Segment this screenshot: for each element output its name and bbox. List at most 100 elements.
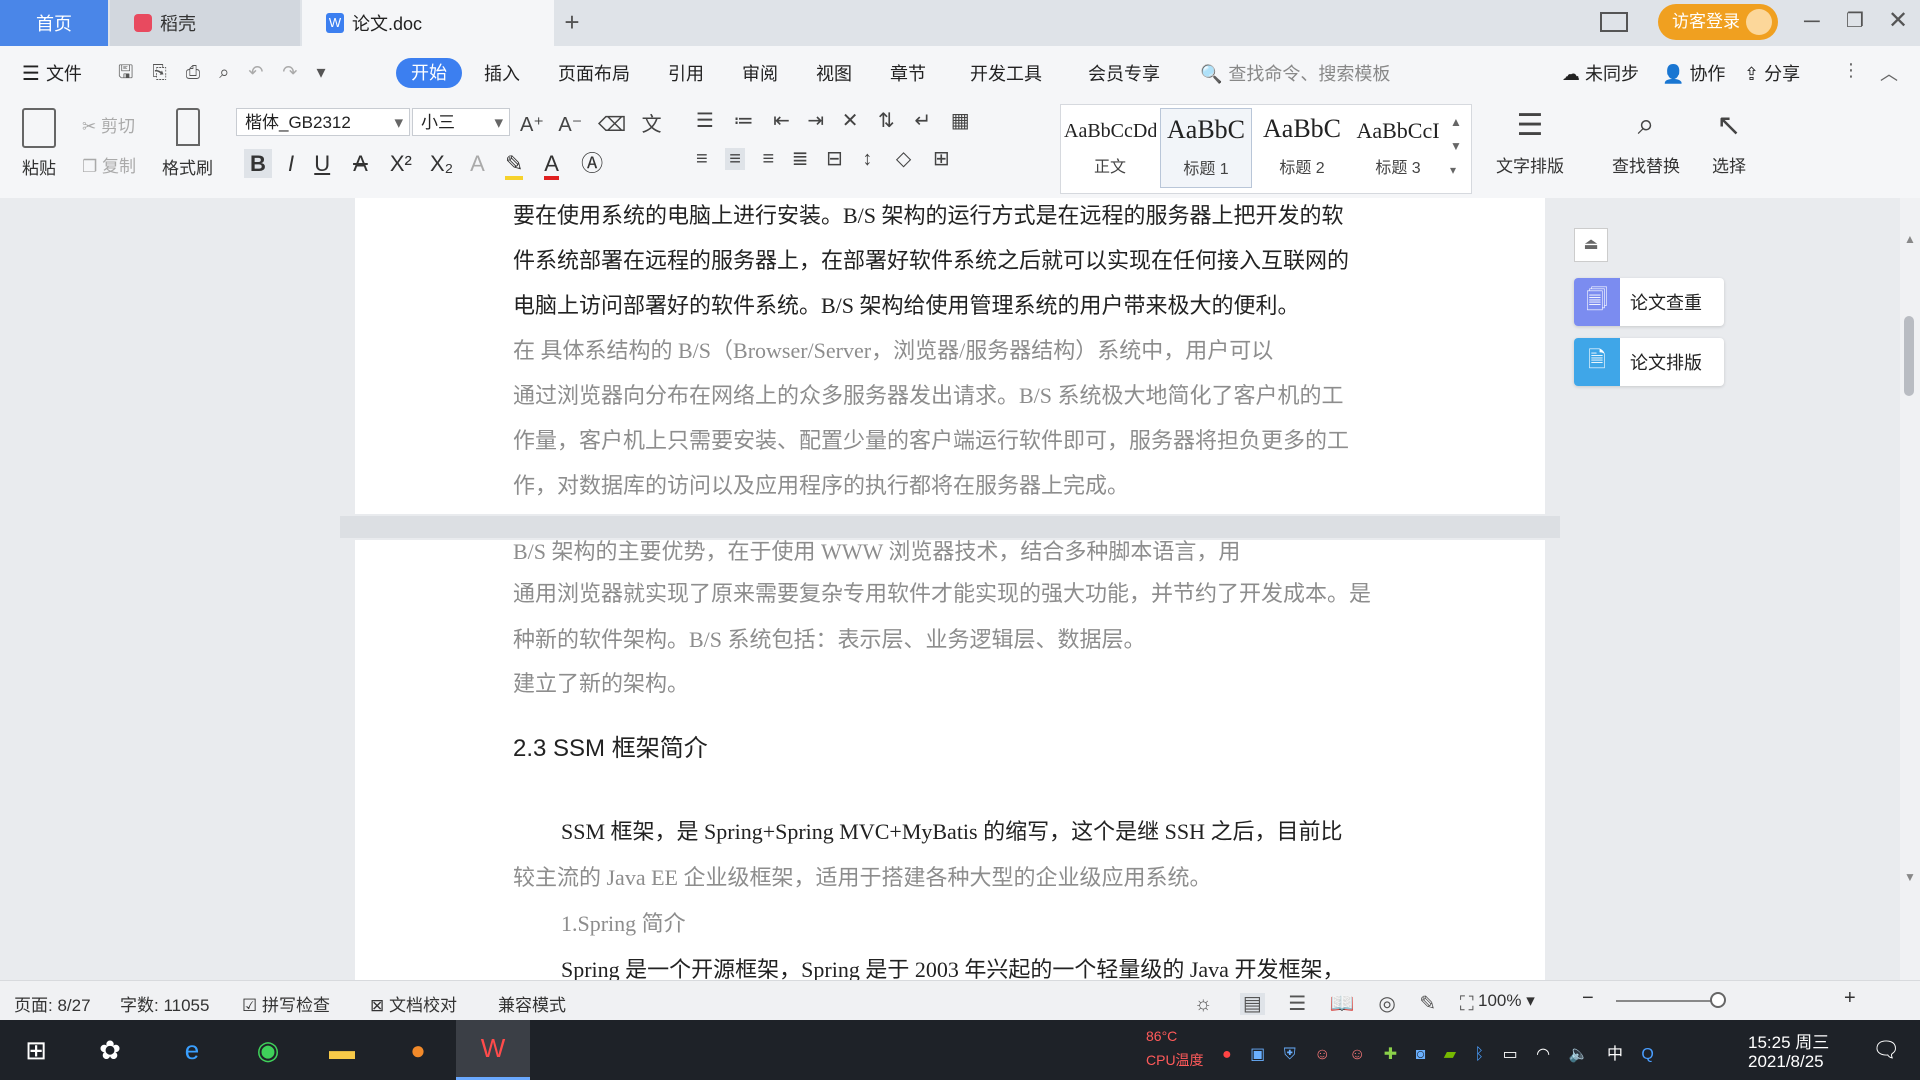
menu-start[interactable]: 开始 xyxy=(396,58,462,88)
menu-chapter[interactable]: 章节 xyxy=(890,60,926,86)
shrink-font-icon[interactable]: A⁻ xyxy=(558,114,582,136)
panel-collapse-icon[interactable]: ⏏ xyxy=(1574,228,1608,262)
superscript-icon[interactable]: X² xyxy=(390,151,412,176)
table-tools-icon[interactable]: ▦ xyxy=(951,110,970,132)
format-painter-button[interactable]: 格式刷 xyxy=(162,108,213,179)
zoom-level[interactable]: 100% ▾ xyxy=(1478,991,1535,1011)
customize-icon[interactable]: ▾ xyxy=(317,62,326,82)
increase-indent-icon[interactable]: ⇥ xyxy=(807,110,824,132)
tray-app-icon[interactable]: ☺ xyxy=(1349,1046,1365,1063)
distribute-icon[interactable]: ⊟ xyxy=(826,148,843,170)
vertical-scrollbar[interactable]: ▲ ▼ xyxy=(1900,198,1920,980)
cut-button[interactable]: ✂ 剪切 xyxy=(82,112,135,137)
undo-icon[interactable]: ↶ xyxy=(248,62,263,82)
style-normal[interactable]: AaBbCcDd 正文 xyxy=(1064,108,1156,188)
style-heading-1[interactable]: AaBbC 标题 1 xyxy=(1160,108,1252,188)
write-view-icon[interactable]: ✎ xyxy=(1419,993,1436,1015)
outline-view-icon[interactable]: ☰ xyxy=(1288,993,1306,1015)
app-launcher-icon[interactable]: ✿ xyxy=(90,1030,130,1070)
zoom-in-icon[interactable]: + xyxy=(1844,987,1856,1010)
align-center-icon[interactable]: ≡ xyxy=(725,148,745,170)
ime-indicator[interactable]: 中 xyxy=(1607,1046,1623,1063)
bluetooth-icon[interactable]: ᛒ xyxy=(1475,1046,1485,1063)
wps-taskbar-icon[interactable]: W xyxy=(456,1020,530,1080)
align-right-icon[interactable]: ≡ xyxy=(762,148,774,170)
justify-icon[interactable]: ≣ xyxy=(792,148,809,170)
highlight-icon[interactable]: ✎ xyxy=(504,151,524,180)
show-marks-icon[interactable]: ↵ xyxy=(914,110,931,132)
export-icon[interactable]: ⎘ xyxy=(152,62,166,82)
strikethrough-icon[interactable]: A xyxy=(353,151,368,176)
browser-360-icon[interactable]: ◉ xyxy=(248,1030,288,1070)
nvidia-icon[interactable]: ▰ xyxy=(1444,1046,1456,1063)
shading-icon[interactable]: ◇ xyxy=(896,148,911,170)
volume-icon[interactable]: 🔈 xyxy=(1569,1046,1589,1063)
select-button[interactable]: ↖ 选择 xyxy=(1712,108,1746,177)
borders-icon[interactable]: ⊞ xyxy=(933,148,950,170)
char-border-icon[interactable]: Ⓐ xyxy=(581,151,603,176)
wifi-icon[interactable]: ◠ xyxy=(1536,1046,1550,1063)
media-player-icon[interactable]: ● xyxy=(398,1030,438,1070)
font-name-select[interactable]: 楷体_GB2312 ▾ xyxy=(236,108,410,136)
clock-time[interactable]: 15:25 周三 xyxy=(1748,1028,1829,1053)
paste-button[interactable]: 粘贴 xyxy=(22,108,56,179)
style-heading-3[interactable]: AaBbCcI 标题 3 xyxy=(1352,108,1444,188)
tray-app-icon[interactable]: ◙ xyxy=(1416,1046,1426,1063)
close-button[interactable]: ✕ xyxy=(1888,6,1908,35)
text-layout-button[interactable]: ☰ 文字排版 xyxy=(1496,108,1564,177)
battery-icon[interactable]: ▭ xyxy=(1503,1046,1518,1063)
qq-icon[interactable]: Q xyxy=(1641,1046,1653,1063)
collab-button[interactable]: 👤 协作 xyxy=(1662,60,1725,86)
minimize-button[interactable]: ─ xyxy=(1804,8,1820,34)
shield-icon[interactable]: ⛨ xyxy=(1284,1046,1296,1063)
clock-date[interactable]: 2021/8/25 xyxy=(1748,1052,1824,1072)
collapse-ribbon-icon[interactable]: ︿ xyxy=(1880,60,1898,86)
tray-app-icon[interactable]: ✚ xyxy=(1384,1046,1397,1063)
numbered-list-icon[interactable]: ≔ xyxy=(734,110,754,132)
login-button[interactable]: 访客登录 xyxy=(1658,4,1778,40)
read-view-icon[interactable]: 📖 xyxy=(1330,993,1355,1015)
ie-browser-icon[interactable]: e xyxy=(172,1030,212,1070)
menu-references[interactable]: 引用 xyxy=(668,60,704,86)
menu-member[interactable]: 会员专享 xyxy=(1088,60,1160,86)
eye-protect-icon[interactable]: ☼ xyxy=(1194,993,1212,1015)
sort-icon[interactable]: ⇅ xyxy=(878,110,895,132)
find-replace-button[interactable]: ⌕ 查找替换 xyxy=(1612,108,1680,177)
document-area[interactable]: 要在使用系统的电脑上进行安装。B/S 架构的运行方式是在远程的服务器上把开发的软… xyxy=(0,198,1900,980)
tab-daoke[interactable]: 稻壳 xyxy=(110,0,300,46)
chinese-layout-icon[interactable]: ✕ xyxy=(842,110,859,132)
menu-insert[interactable]: 插入 xyxy=(484,60,520,86)
scroll-thumb[interactable] xyxy=(1904,316,1914,396)
page-indicator[interactable]: 页面: 8/27 xyxy=(14,991,91,1016)
tray-app-icon[interactable]: ☺ xyxy=(1314,1046,1330,1063)
word-count[interactable]: 字数: 11055 xyxy=(120,991,209,1016)
scroll-down-icon[interactable]: ▼ xyxy=(1904,870,1916,884)
web-view-icon[interactable]: ◎ xyxy=(1378,993,1395,1015)
menu-view[interactable]: 视图 xyxy=(816,60,852,86)
notification-icon[interactable]: 🗨 xyxy=(1866,1030,1906,1070)
bold-icon[interactable]: B xyxy=(244,149,272,178)
redo-icon[interactable]: ↷ xyxy=(282,62,297,82)
zoom-slider[interactable] xyxy=(1616,1000,1716,1002)
print-preview-icon[interactable]: ⌕ xyxy=(219,62,229,82)
save-icon[interactable]: 🖫 xyxy=(118,62,133,82)
zoom-out-icon[interactable]: − xyxy=(1582,987,1594,1010)
menu-review[interactable]: 审阅 xyxy=(742,60,778,86)
page-view-icon[interactable]: ▤ xyxy=(1239,993,1265,1015)
share-button[interactable]: ⇪ 分享 xyxy=(1744,60,1800,86)
scroll-up-icon[interactable]: ▲ xyxy=(1904,232,1916,246)
phonetic-icon[interactable]: 文 xyxy=(642,114,662,136)
menu-developer[interactable]: 开发工具 xyxy=(970,60,1042,86)
italic-icon[interactable]: I xyxy=(288,151,294,176)
tab-document[interactable]: W 论文.doc xyxy=(302,0,554,46)
menu-page-layout[interactable]: 页面布局 xyxy=(558,60,630,86)
command-search[interactable]: 🔍 查找命令、搜索模板 xyxy=(1200,60,1390,86)
font-color-icon[interactable]: A xyxy=(544,151,559,180)
align-left-icon[interactable]: ≡ xyxy=(696,148,708,170)
fit-page-icon[interactable]: ⛶ xyxy=(1460,993,1474,1015)
decrease-indent-icon[interactable]: ⇤ xyxy=(773,110,790,132)
tray-app-icon[interactable]: ▣ xyxy=(1250,1046,1265,1063)
file-menu[interactable]: ☰ 文件 xyxy=(22,60,82,86)
paper-check-button[interactable]: 🗐 论文查重 xyxy=(1574,278,1724,326)
tray-app-icon[interactable]: ● xyxy=(1222,1046,1232,1063)
